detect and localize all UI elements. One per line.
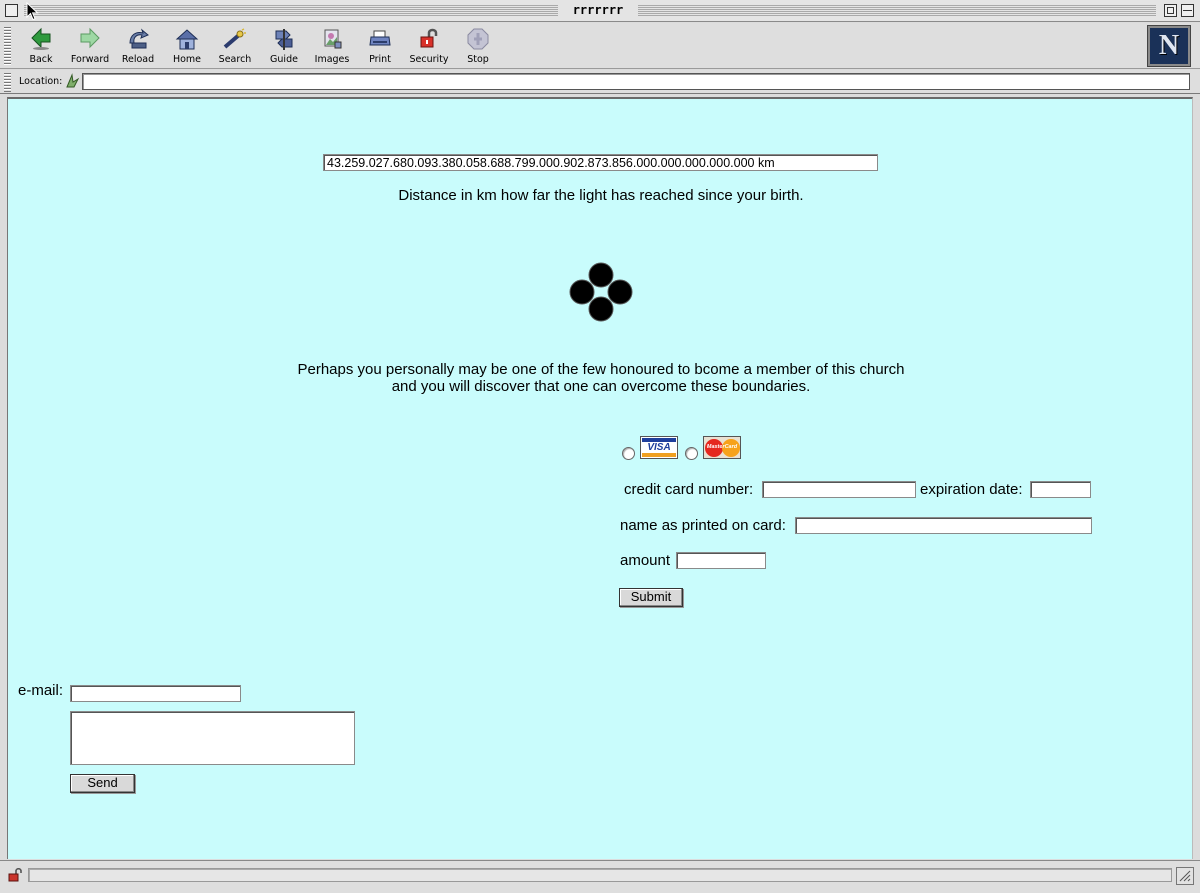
images-icon	[324, 29, 342, 49]
visa-card-text: VISA	[647, 442, 671, 453]
distance-caption: Distance in km how far the light has rea…	[398, 187, 804, 204]
light-distance-field[interactable]	[323, 154, 878, 171]
search-icon	[223, 28, 246, 49]
four-dots-emblem	[569, 262, 633, 322]
mastercard-radio[interactable]	[685, 447, 698, 460]
back-arrow-icon	[31, 27, 51, 50]
message-textarea[interactable]	[70, 711, 355, 765]
netscape-logo-letter: N	[1158, 30, 1180, 61]
guide-icon	[275, 29, 293, 50]
expiration-date-label: expiration date:	[920, 481, 1023, 498]
window-resize-grip-icon[interactable]	[1176, 867, 1194, 885]
church-message-line-1: Perhaps you personally may be one of the…	[297, 361, 905, 378]
window-collapse-box[interactable]	[1181, 4, 1194, 17]
send-button[interactable]: Send	[70, 774, 135, 793]
amount-label: amount	[620, 552, 671, 569]
location-bar: Location:	[0, 70, 1200, 94]
title-bar-stripes-right	[638, 4, 1156, 17]
status-bar	[0, 860, 1200, 893]
title-bar-stripes-left	[24, 4, 558, 17]
security-lock-icon	[420, 28, 438, 48]
status-message-field	[28, 868, 1172, 882]
toolbar-collapse-grip[interactable]	[4, 26, 11, 66]
page-content: Distance in km how far the light has rea…	[7, 97, 1193, 859]
stop-button[interactable]: Stop	[449, 27, 507, 67]
window-title: rrrrrrr	[572, 3, 624, 17]
cardholder-name-label: name as printed on card:	[620, 517, 786, 534]
mastercard-text: MasterCard	[706, 444, 738, 450]
visa-radio[interactable]	[622, 447, 635, 460]
church-message-line-2: and you will discover that one can overc…	[391, 378, 811, 395]
expiration-date-input[interactable]	[1030, 481, 1091, 498]
location-label: Location:	[19, 76, 63, 87]
window-title-bar[interactable]: rrrrrrr	[0, 0, 1200, 22]
mouse-pointer-icon	[26, 2, 39, 21]
forward-arrow-icon	[80, 27, 100, 49]
amount-input[interactable]	[676, 552, 766, 569]
netscape-logo[interactable]: N	[1147, 25, 1191, 67]
submit-button[interactable]: Submit	[619, 588, 683, 607]
print-icon	[369, 30, 391, 46]
window-close-box[interactable]	[5, 4, 18, 17]
reload-icon	[129, 28, 149, 49]
security-status-lock-icon[interactable]	[8, 868, 24, 882]
stop-icon	[467, 28, 489, 50]
location-bar-grip[interactable]	[4, 72, 11, 92]
page-proxy-icon[interactable]	[64, 73, 80, 89]
mastercard-logo: MasterCard	[703, 436, 741, 459]
email-label: e-mail:	[18, 682, 64, 699]
email-input[interactable]	[70, 685, 241, 702]
window-zoom-box[interactable]	[1164, 4, 1177, 17]
navigation-toolbar: Back Forward Reload Home Search Guide Im…	[0, 23, 1200, 69]
cardholder-name-input[interactable]	[795, 517, 1092, 534]
card-number-input[interactable]	[762, 481, 916, 498]
stop-button-label: Stop	[467, 54, 489, 65]
visa-card-logo: VISA	[640, 436, 678, 459]
home-icon	[175, 29, 199, 50]
location-url-input[interactable]	[82, 73, 1190, 90]
card-number-label: credit card number:	[624, 481, 754, 498]
